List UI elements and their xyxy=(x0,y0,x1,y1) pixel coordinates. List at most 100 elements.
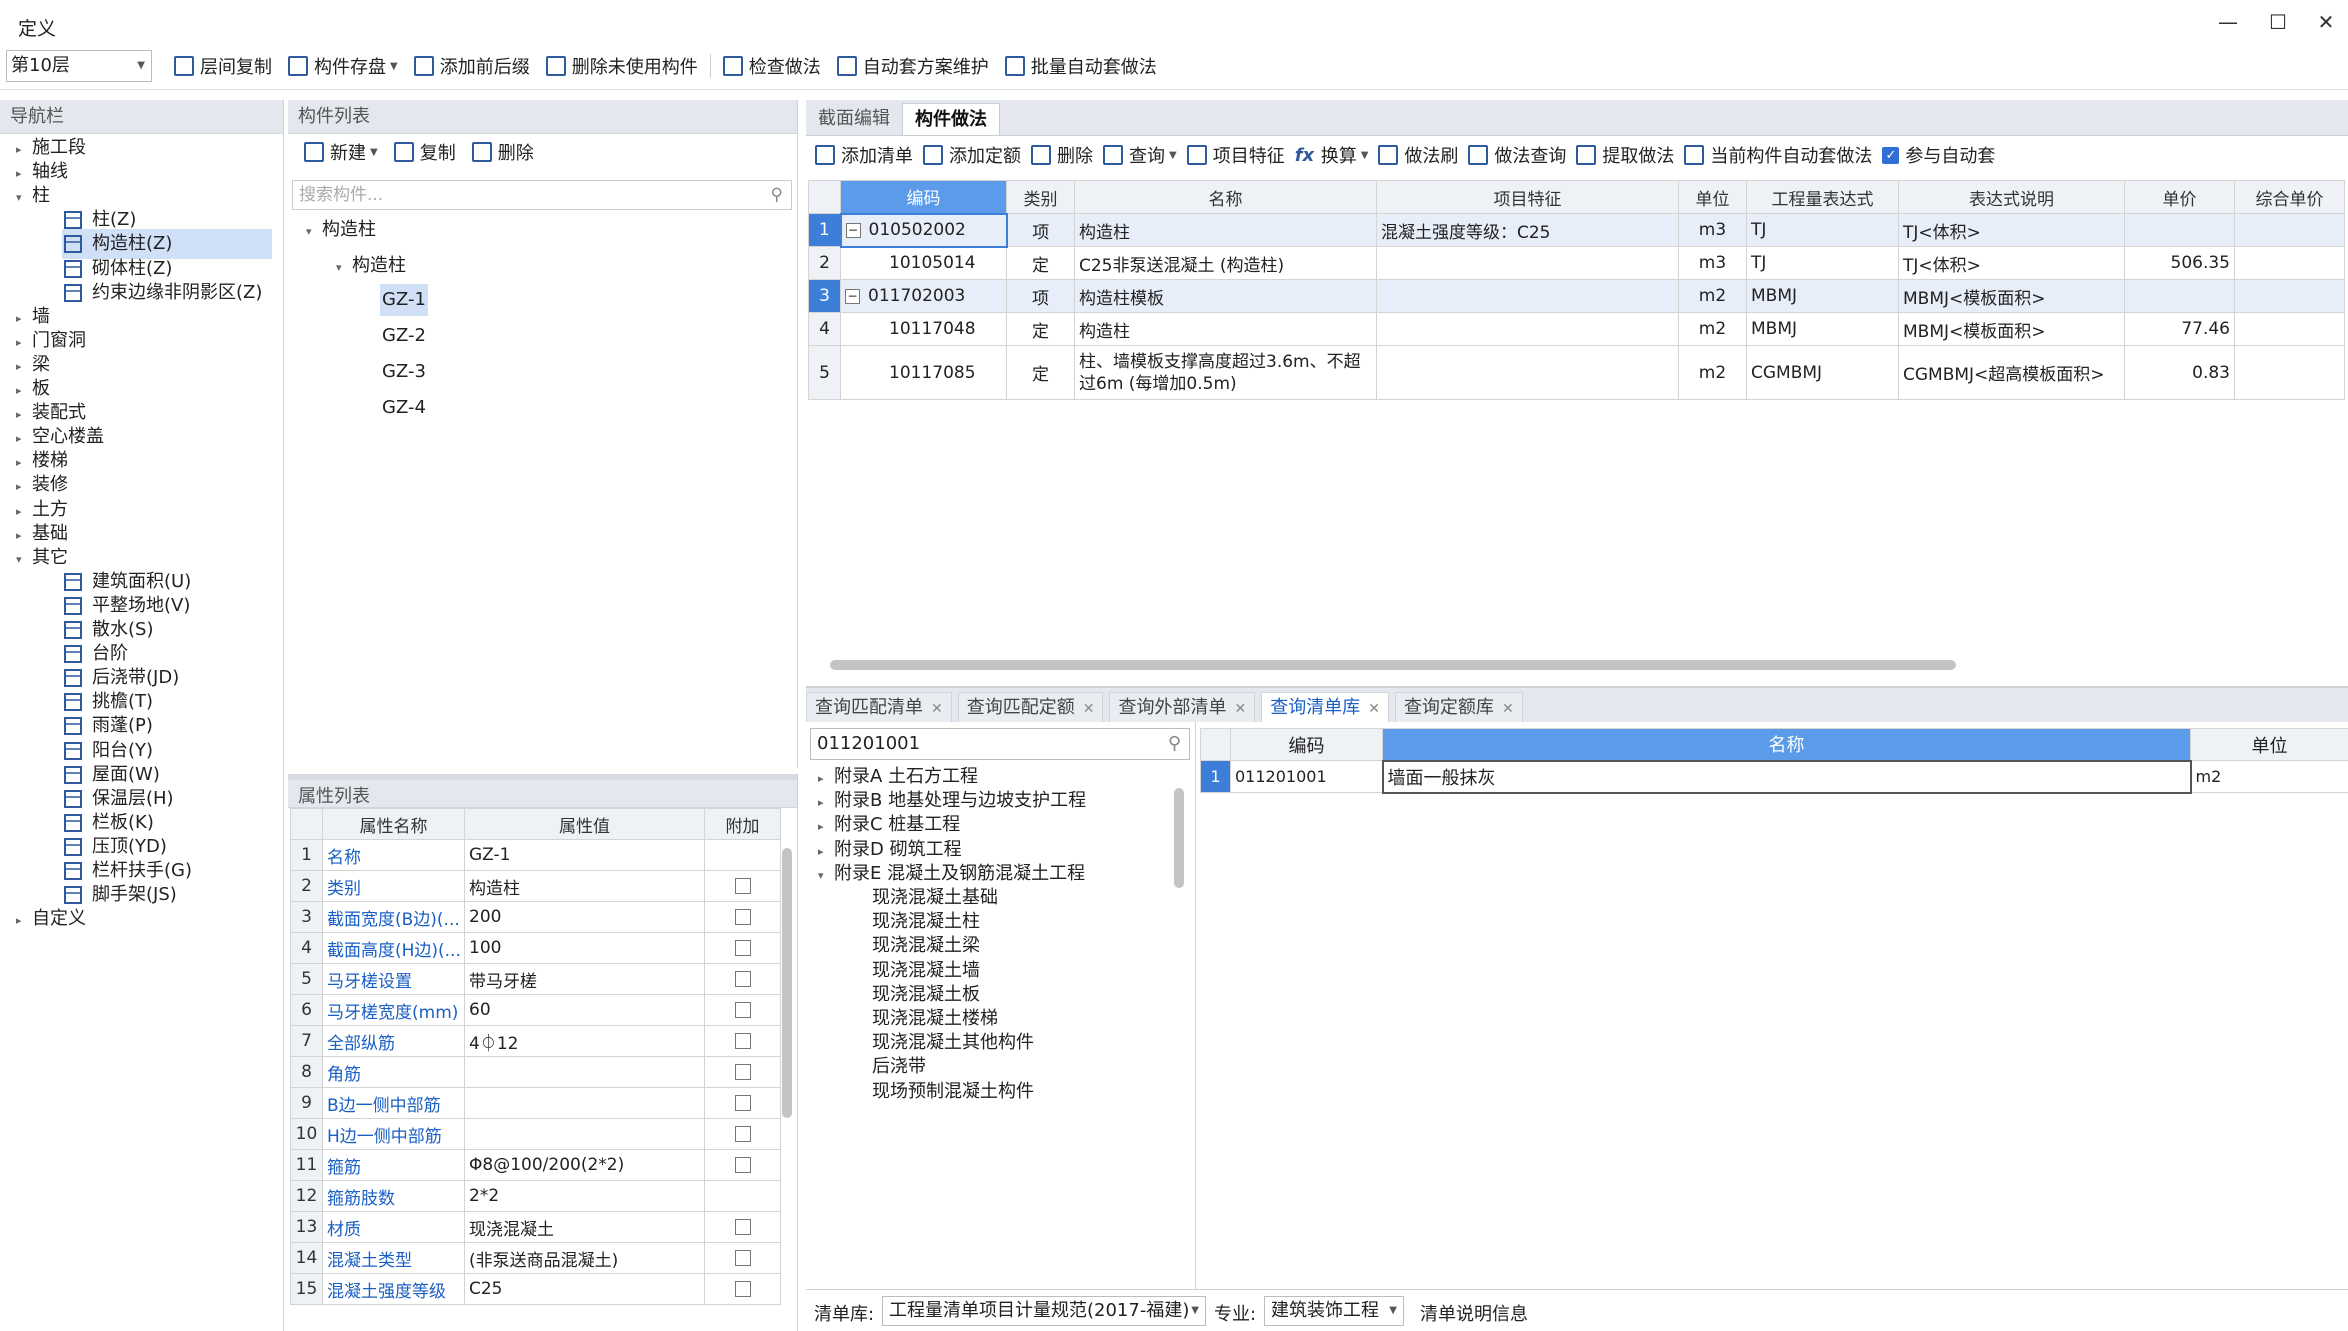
method-name[interactable]: 柱、墙模板支撑高度超过3.6m、不超 过6m (每增加0.5m) xyxy=(1074,345,1377,400)
result-unit[interactable]: m2 xyxy=(2190,760,2348,793)
bill-search-input[interactable]: 011201001 ⚲ xyxy=(810,728,1190,760)
auto-apply-current-button[interactable]: 当前构件自动套做法 xyxy=(1679,139,1877,171)
method-code[interactable]: 10105014 xyxy=(840,246,1007,280)
checkbox[interactable] xyxy=(734,878,751,894)
property-value[interactable]: (非泵送商品混凝土) xyxy=(464,1242,705,1274)
method-expression[interactable]: CGMBMJ xyxy=(1746,345,1899,400)
header-feature[interactable]: 项目特征 xyxy=(1376,180,1679,214)
collapse-icon[interactable]: − xyxy=(845,288,860,304)
property-row[interactable]: 5 马牙槎设置 带马牙槎 xyxy=(290,963,781,995)
copy-between-floors-button[interactable]: 层间复制 xyxy=(166,50,280,82)
result-row[interactable]: 1 011201001 墙面一般抹灰 m2 xyxy=(1200,759,2348,794)
extract-method-button[interactable]: 提取做法 xyxy=(1571,139,1679,171)
method-expression[interactable]: MBMJ xyxy=(1746,312,1899,346)
library-node[interactable]: ▸ 附录B 地基处理与边坡支护工程 xyxy=(818,788,1086,814)
library-node[interactable]: 现浇混凝土基础 xyxy=(872,885,998,911)
library-node[interactable]: 现浇混凝土柱 xyxy=(872,909,980,935)
collapse-icon[interactable]: − xyxy=(845,222,861,238)
close-icon[interactable]: ✕ xyxy=(1234,701,1246,717)
property-row[interactable]: 12 箍筋肢数 2*2 xyxy=(290,1180,781,1212)
method-name[interactable]: 构造柱 xyxy=(1074,312,1377,346)
method-brush-button[interactable]: 做法刷 xyxy=(1373,139,1463,171)
property-value[interactable]: C25 xyxy=(464,1273,705,1305)
checkbox[interactable] xyxy=(734,1219,751,1235)
delete-method-button[interactable]: 删除 xyxy=(1026,139,1098,171)
new-component-button[interactable]: 新建 ▼ xyxy=(296,136,386,168)
property-row[interactable]: 1 名称 GZ-1 xyxy=(290,839,781,871)
checkbox[interactable] xyxy=(734,1095,751,1111)
header-unit[interactable]: 单位 xyxy=(1678,180,1747,214)
component-item-gz3[interactable]: GZ-3 xyxy=(380,356,428,388)
method-row[interactable]: 4 10117048 定构造柱 m2 MBMJ MBMJ<模板面积> 77.46 xyxy=(808,312,2345,346)
nav-item[interactable]: 约束边缘非阴影区(Z) xyxy=(62,278,262,308)
add-bill-button[interactable]: 添加清单 xyxy=(810,139,918,171)
maximize-icon[interactable]: ☐ xyxy=(2258,10,2298,34)
method-unit[interactable]: m2 xyxy=(1678,345,1747,400)
property-value[interactable]: 现浇混凝土 xyxy=(464,1211,705,1243)
result-name[interactable]: 墙面一般抹灰 xyxy=(1381,759,2192,794)
library-select[interactable]: 工程量清单项目计量规范(2017-福建) ▼ xyxy=(882,1296,1206,1326)
batch-auto-button[interactable]: 批量自动套做法 xyxy=(997,50,1165,82)
method-name[interactable]: C25非泵送混凝土 (构造柱) xyxy=(1074,246,1377,280)
library-node[interactable]: 现浇混凝土板 xyxy=(872,982,980,1008)
property-value[interactable]: GZ-1 xyxy=(464,839,705,871)
header-code[interactable]: 编码 xyxy=(840,180,1007,214)
method-unit[interactable]: m2 xyxy=(1678,312,1747,346)
property-row[interactable]: 8 角筋 xyxy=(290,1056,781,1088)
property-row[interactable]: 7 全部纵筋 4⏀12 xyxy=(290,1025,781,1057)
method-row[interactable]: 1−010502002 项构造柱 混凝土强度等级：C25 m3 TJ TJ<体积> xyxy=(808,212,2345,248)
chevron-down-icon[interactable]: ▾ xyxy=(16,545,32,575)
method-name[interactable]: 构造柱模板 xyxy=(1074,279,1377,313)
method-code[interactable]: 10117048 xyxy=(840,312,1007,346)
tab-component-method[interactable]: 构件做法 xyxy=(902,103,1000,135)
library-node[interactable]: ▾ 附录E 混凝土及钢筋混凝土工程 xyxy=(818,861,1085,887)
property-value[interactable]: 60 xyxy=(464,994,705,1026)
library-node[interactable]: 现浇混凝土梁 xyxy=(872,933,980,959)
method-feature[interactable] xyxy=(1376,345,1679,400)
close-icon[interactable]: ✕ xyxy=(1368,701,1380,717)
property-row[interactable]: 9 B边一侧中部筋 xyxy=(290,1087,781,1119)
item-feature-button[interactable]: 项目特征 xyxy=(1182,139,1290,171)
property-value[interactable]: 4⏀12 xyxy=(464,1025,705,1057)
close-icon[interactable]: ✕ xyxy=(2306,10,2346,34)
property-value[interactable] xyxy=(464,1087,705,1119)
query-button[interactable]: 查询 ▼ xyxy=(1098,139,1182,171)
nav-item[interactable]: ▾ 柱 xyxy=(16,181,50,211)
property-value[interactable]: Φ8@100/200(2*2) xyxy=(464,1149,705,1181)
property-row[interactable]: 10 H边一侧中部筋 xyxy=(290,1118,781,1150)
method-price[interactable] xyxy=(2124,213,2235,247)
specialty-select[interactable]: 建筑装饰工程 ▼ xyxy=(1264,1296,1404,1326)
nav-item[interactable]: ▾ 其它 xyxy=(16,543,68,573)
chevron-down-icon[interactable]: ▾ xyxy=(16,183,32,213)
header-expression-desc[interactable]: 表达式说明 xyxy=(1898,180,2125,214)
convert-button[interactable]: fx 换算 ▼ xyxy=(1290,139,1374,171)
method-name[interactable]: 构造柱 xyxy=(1074,213,1377,247)
tab-bill-library[interactable]: 查询清单库 ✕ xyxy=(1261,692,1389,722)
method-unit[interactable]: m2 xyxy=(1678,279,1747,313)
component-item-gz2[interactable]: GZ-2 xyxy=(380,320,428,352)
check-method-button[interactable]: 检查做法 xyxy=(715,50,829,82)
method-feature[interactable] xyxy=(1376,246,1679,280)
library-node[interactable]: ▸ 附录D 砌筑工程 xyxy=(818,837,962,863)
bill-info-link[interactable]: 清单说明信息 xyxy=(1420,1300,1528,1326)
tree-root[interactable]: ▾ 构造柱 xyxy=(306,214,376,246)
delete-component-button[interactable]: 删除 xyxy=(464,136,542,168)
tree-group[interactable]: ▾ 构造柱 xyxy=(336,250,406,282)
tab-match-quota[interactable]: 查询匹配定额 ✕ xyxy=(957,692,1104,722)
search-icon[interactable]: ⚲ xyxy=(1168,729,1181,759)
library-node[interactable]: 现场预制混凝土构件 xyxy=(872,1079,1034,1105)
method-price[interactable]: 506.35 xyxy=(2124,246,2235,280)
tab-external-bill[interactable]: 查询外部清单 ✕ xyxy=(1109,692,1256,722)
property-value[interactable]: 带马牙槎 xyxy=(464,963,705,995)
method-row[interactable]: 3−011702003 项构造柱模板 m2 MBMJ MBMJ<模板面积> xyxy=(808,279,2345,313)
method-horizontal-scrollbar[interactable] xyxy=(830,660,1956,670)
tab-section-edit[interactable]: 截面编辑 xyxy=(806,103,902,135)
checkbox[interactable] xyxy=(734,971,751,987)
floor-select[interactable]: 第10层 ▼ xyxy=(6,50,152,82)
header-name[interactable]: 名称 xyxy=(1074,180,1377,214)
property-value[interactable] xyxy=(464,1118,705,1150)
method-row[interactable]: 5 10117085 定柱、墙模板支撑高度超过3.6m、不超 过6m (每增加0.5m… xyxy=(808,345,2345,400)
component-search-input[interactable]: 搜索构件... ⚲ xyxy=(292,180,792,210)
property-scrollbar[interactable] xyxy=(782,848,792,1118)
library-node[interactable]: ▸ 附录A 土石方工程 xyxy=(818,764,978,790)
